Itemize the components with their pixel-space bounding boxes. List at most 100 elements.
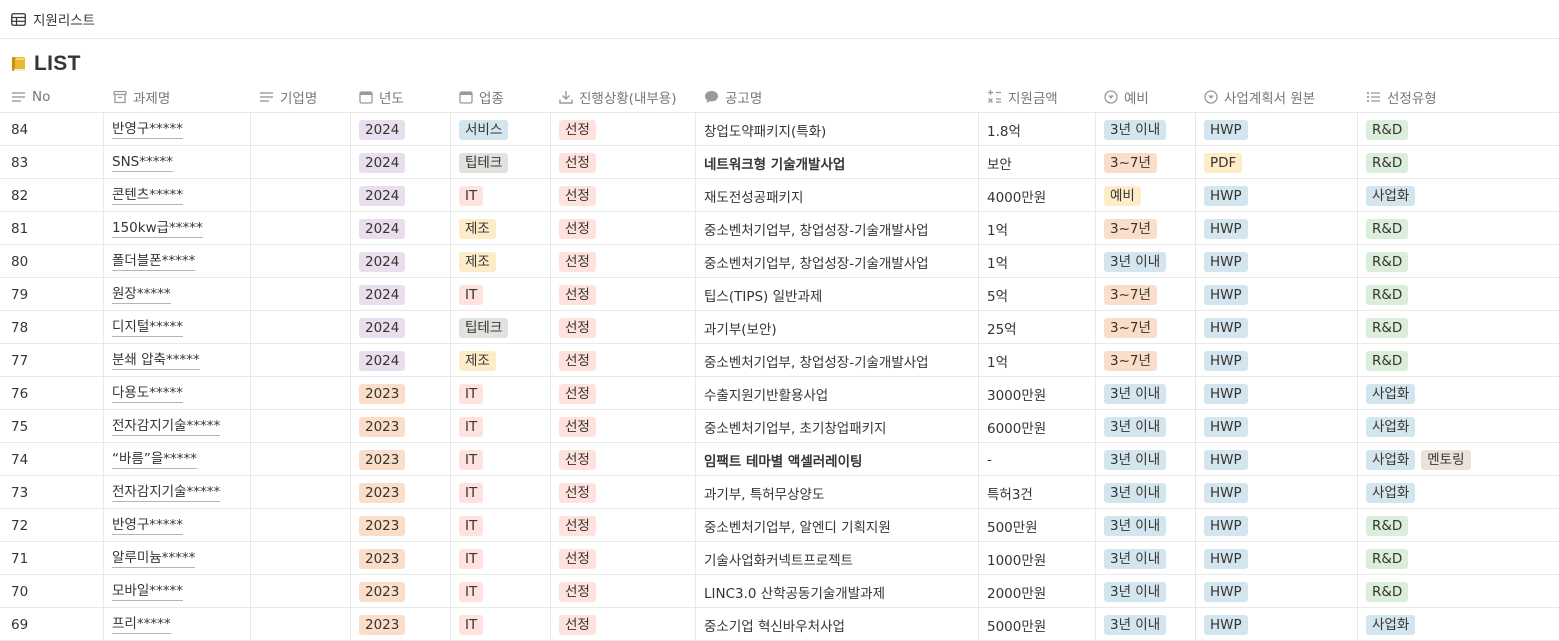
table-row[interactable]: 73 전자감지기술***** 2023 IT 선정 과기부, 특허무상양도 특허3건 3년 이… xyxy=(0,476,1559,509)
project-name[interactable]: 분쇄 압축***** xyxy=(112,352,200,370)
cell-amount[interactable]: 보안 xyxy=(978,146,1095,179)
cell-notice[interactable]: 네트워크형 기술개발사업 xyxy=(695,146,978,179)
table-row[interactable]: 78 디지털***** 2024 팁테크 선정 과기부(보안) 25억 3~7년 HWP R&D xyxy=(0,311,1559,344)
column-header-notice[interactable]: 공고명 xyxy=(704,80,762,113)
cell-type[interactable]: 사업화 xyxy=(1357,410,1559,443)
cell-year[interactable]: 2023 xyxy=(350,542,450,575)
cell-year[interactable]: 2024 xyxy=(350,179,450,212)
cell-no[interactable]: 71 xyxy=(0,542,103,575)
cell-amount[interactable]: 4000만원 xyxy=(978,179,1095,212)
cell-notice[interactable]: LINC3.0 산학공동기술개발과제 xyxy=(695,575,978,608)
cell-no[interactable]: 77 xyxy=(0,344,103,377)
cell-notice[interactable]: 과기부, 특허무상양도 xyxy=(695,476,978,509)
cell-no[interactable]: 69 xyxy=(0,608,103,641)
cell-amount[interactable]: 500만원 xyxy=(978,509,1095,542)
cell-year[interactable]: 2023 xyxy=(350,443,450,476)
cell-notice[interactable]: 임팩트 테마별 액셀러레이팅 xyxy=(695,443,978,476)
cell-status[interactable]: 선정 xyxy=(550,377,695,410)
cell-status[interactable]: 선정 xyxy=(550,476,695,509)
cell-type[interactable]: R&D xyxy=(1357,311,1559,344)
cell-status[interactable]: 선정 xyxy=(550,542,695,575)
cell-notice[interactable]: 재도전성공패키지 xyxy=(695,179,978,212)
column-header-status[interactable]: 진행상황(내부용) xyxy=(559,80,676,113)
cell-plan[interactable]: HWP xyxy=(1195,113,1357,146)
cell-prelim[interactable]: 3~7년 xyxy=(1095,311,1195,344)
cell-industry[interactable]: IT xyxy=(450,443,550,476)
project-name[interactable]: 콘텐츠***** xyxy=(112,187,184,205)
cell-prelim[interactable]: 3년 이내 xyxy=(1095,476,1195,509)
cell-year[interactable]: 2023 xyxy=(350,377,450,410)
cell-plan[interactable]: HWP xyxy=(1195,509,1357,542)
cell-type[interactable]: R&D xyxy=(1357,344,1559,377)
cell-no[interactable]: 75 xyxy=(0,410,103,443)
project-name[interactable]: 원장***** xyxy=(112,286,171,304)
project-name[interactable]: “바름”을***** xyxy=(112,451,197,469)
cell-notice[interactable]: 창업도약패키지(특화) xyxy=(695,113,978,146)
cell-name[interactable]: SNS***** xyxy=(103,146,250,179)
cell-no[interactable]: 78 xyxy=(0,311,103,344)
cell-plan[interactable]: HWP xyxy=(1195,410,1357,443)
cell-industry[interactable]: 팁테크 xyxy=(450,311,550,344)
cell-company[interactable] xyxy=(250,278,350,311)
project-name[interactable]: 알루미늄***** xyxy=(112,550,196,568)
cell-type[interactable]: R&D xyxy=(1357,278,1559,311)
table-row[interactable]: 81 150kw급***** 2024 제조 선정 중소벤처기업부, 창업성장-기술개발사… xyxy=(0,212,1559,245)
cell-type[interactable]: 사업화 xyxy=(1357,608,1559,641)
cell-name[interactable]: 모바일***** xyxy=(103,575,250,608)
cell-amount[interactable]: 25억 xyxy=(978,311,1095,344)
cell-company[interactable] xyxy=(250,245,350,278)
cell-company[interactable] xyxy=(250,344,350,377)
cell-no[interactable]: 74 xyxy=(0,443,103,476)
cell-company[interactable] xyxy=(250,509,350,542)
cell-name[interactable]: 반영구***** xyxy=(103,113,250,146)
cell-notice[interactable]: 수출지원기반활용사업 xyxy=(695,377,978,410)
cell-year[interactable]: 2024 xyxy=(350,146,450,179)
cell-no[interactable]: 73 xyxy=(0,476,103,509)
cell-plan[interactable]: HWP xyxy=(1195,608,1357,641)
cell-prelim[interactable]: 3~7년 xyxy=(1095,146,1195,179)
column-header-no[interactable]: No xyxy=(11,80,50,113)
cell-status[interactable]: 선정 xyxy=(550,212,695,245)
project-name[interactable]: 반영구***** xyxy=(112,121,184,139)
cell-year[interactable]: 2024 xyxy=(350,113,450,146)
cell-type[interactable]: R&D xyxy=(1357,509,1559,542)
cell-notice[interactable]: 중소벤처기업부, 창업성장-기술개발사업 xyxy=(695,344,978,377)
cell-type[interactable]: R&D xyxy=(1357,113,1559,146)
cell-name[interactable]: 콘텐츠***** xyxy=(103,179,250,212)
cell-prelim[interactable]: 3년 이내 xyxy=(1095,113,1195,146)
cell-company[interactable] xyxy=(250,608,350,641)
cell-status[interactable]: 선정 xyxy=(550,509,695,542)
table-row[interactable]: 74 “바름”을***** 2023 IT 선정 임팩트 테마별 액셀러레이팅 - 3년 이내… xyxy=(0,443,1559,476)
project-name[interactable]: 모바일***** xyxy=(112,583,184,601)
column-header-year[interactable]: 년도 xyxy=(359,80,404,113)
cell-type[interactable]: R&D xyxy=(1357,245,1559,278)
cell-year[interactable]: 2023 xyxy=(350,509,450,542)
project-name[interactable]: SNS***** xyxy=(112,154,173,172)
column-header-company[interactable]: 기업명 xyxy=(259,80,317,113)
cell-notice[interactable]: 중소벤처기업부, 초기창업패키지 xyxy=(695,410,978,443)
cell-company[interactable] xyxy=(250,377,350,410)
cell-name[interactable]: 전자감지기술***** xyxy=(103,476,250,509)
cell-type[interactable]: 사업화 xyxy=(1357,179,1559,212)
cell-company[interactable] xyxy=(250,542,350,575)
cell-notice[interactable]: 중소기업 혁신바우처사업 xyxy=(695,608,978,641)
cell-year[interactable]: 2024 xyxy=(350,311,450,344)
cell-year[interactable]: 2023 xyxy=(350,410,450,443)
cell-name[interactable]: 전자감지기술***** xyxy=(103,410,250,443)
cell-plan[interactable]: HWP xyxy=(1195,443,1357,476)
cell-industry[interactable]: 제조 xyxy=(450,344,550,377)
project-name[interactable]: 150kw급***** xyxy=(112,220,203,238)
cell-name[interactable]: 프리***** xyxy=(103,608,250,641)
cell-prelim[interactable]: 3년 이내 xyxy=(1095,410,1195,443)
cell-status[interactable]: 선정 xyxy=(550,311,695,344)
cell-type[interactable]: R&D xyxy=(1357,146,1559,179)
cell-amount[interactable]: 3000만원 xyxy=(978,377,1095,410)
cell-amount[interactable]: 6000만원 xyxy=(978,410,1095,443)
cell-plan[interactable]: HWP xyxy=(1195,311,1357,344)
table-row[interactable]: 76 다용도***** 2023 IT 선정 수출지원기반활용사업 3000만원 3년 이내 H… xyxy=(0,377,1559,410)
cell-plan[interactable]: HWP xyxy=(1195,245,1357,278)
cell-industry[interactable]: IT xyxy=(450,575,550,608)
cell-industry[interactable]: IT xyxy=(450,410,550,443)
cell-status[interactable]: 선정 xyxy=(550,344,695,377)
cell-no[interactable]: 82 xyxy=(0,179,103,212)
